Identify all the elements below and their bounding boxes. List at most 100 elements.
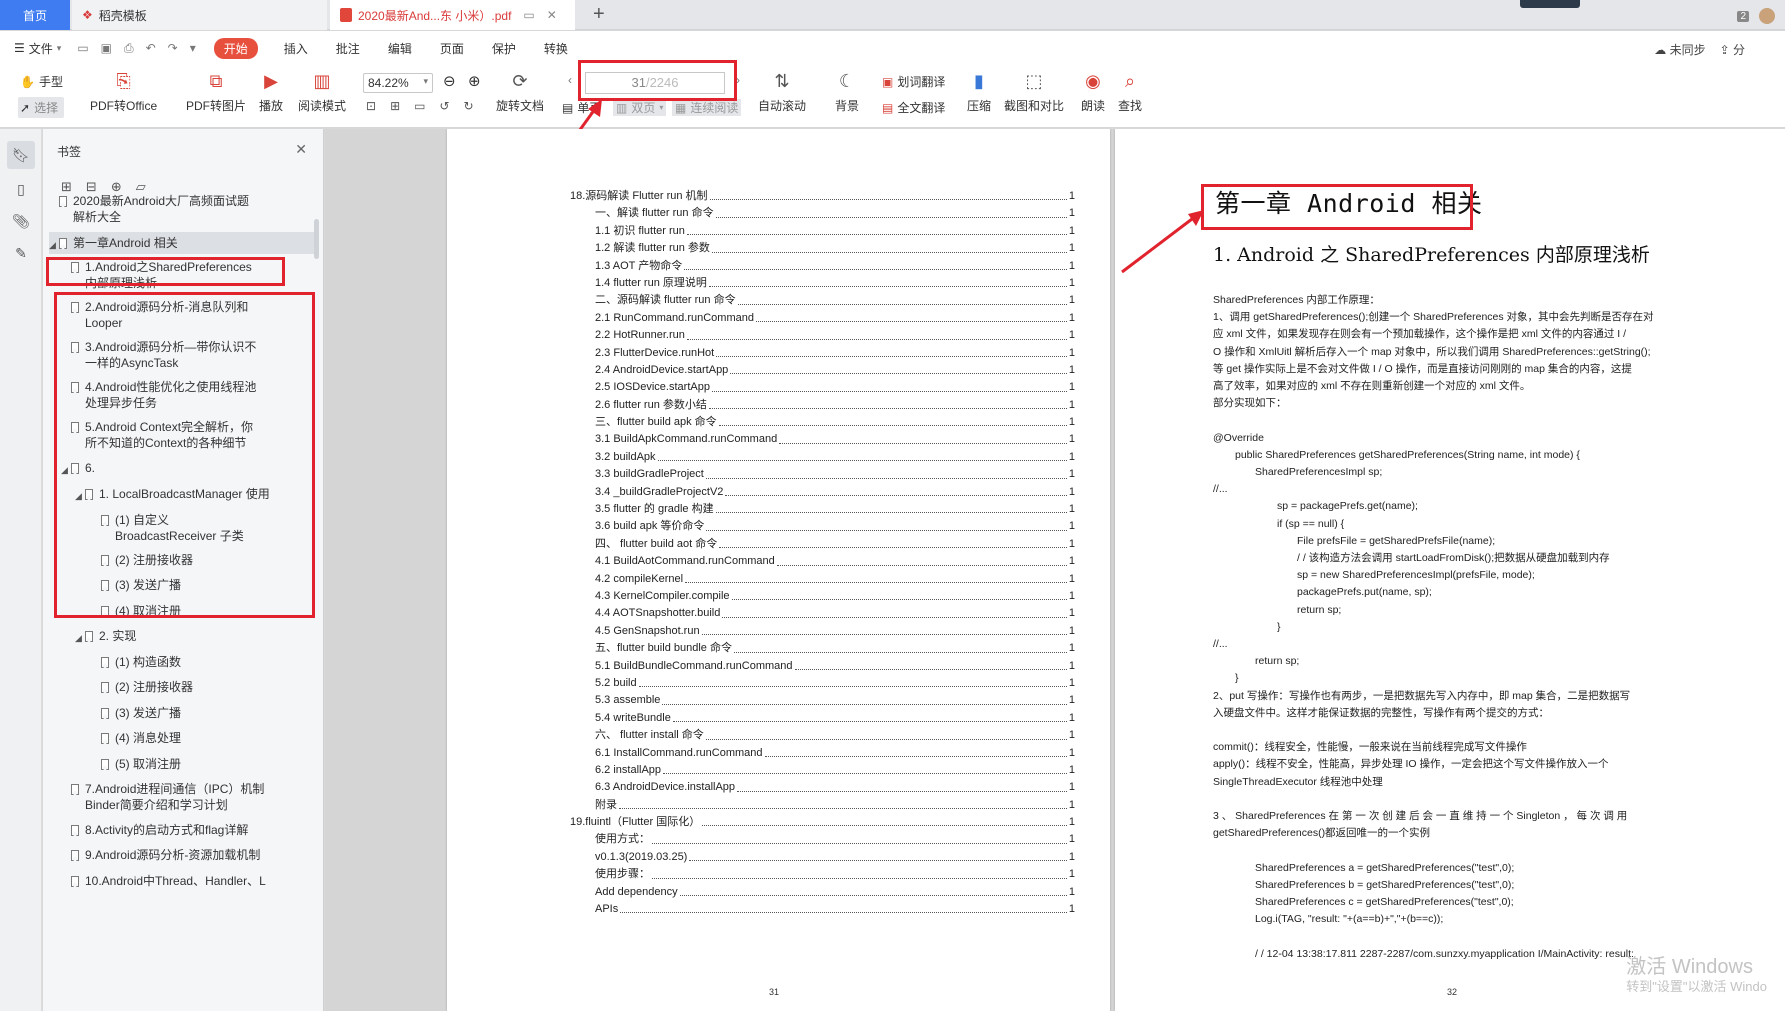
word-translate-button[interactable]: ▣ 划词翻译 <box>882 73 945 90</box>
toc-row[interactable]: 五、flutter build bundle 命令 1 <box>570 640 1075 658</box>
zoom-select[interactable]: 84.22% ▾ <box>363 73 433 93</box>
bookmark-item[interactable]: (4) 消息处理 <box>101 730 266 746</box>
toc-row[interactable]: 3.1 BuildApkCommand.runCommand 1 <box>570 431 1075 449</box>
toc-row[interactable]: 4.4 AOTSnapshotter.build 1 <box>570 605 1075 623</box>
bookmark-item[interactable]: 2020最新Android大厂高频面试题解析大全 <box>59 193 259 225</box>
toc-row[interactable]: 六、 flutter install 命令 1 <box>570 727 1075 745</box>
full-translate-button[interactable]: ▤ 全文翻译 <box>882 99 945 116</box>
background-button[interactable]: ☾ 背景 <box>834 69 860 114</box>
pdf-to-office-button[interactable]: ⎘ PDF转Office <box>90 69 157 114</box>
tab-close-icon[interactable]: ✕ <box>547 8 557 22</box>
bookmark-item[interactable]: (5) 取消注册 <box>101 756 266 772</box>
tab-protect[interactable]: 保护 <box>478 40 530 57</box>
toc-row[interactable]: 4.2 compileKernel 1 <box>570 570 1075 588</box>
bookmark-item-selected[interactable]: ◢ 第一章Android 相关 <box>49 232 314 254</box>
toc-row[interactable]: 3.3 buildGradleProject 1 <box>570 466 1075 484</box>
toc-row[interactable]: 5.4 writeBundle 1 <box>570 709 1075 728</box>
share-button[interactable]: ⇪ 分 <box>1720 41 1745 58</box>
toc-row[interactable]: Add dependency 1 <box>570 883 1075 902</box>
bookmark-item[interactable]: 9.Android源码分析-资源加载机制 <box>71 847 291 863</box>
tab-convert[interactable]: 转换 <box>530 40 582 57</box>
signature-icon[interactable]: ✎ <box>7 239 35 267</box>
fit-page-icon[interactable]: ⊞ <box>390 99 400 113</box>
bookmark-item[interactable]: 7.Android进程间通信（IPC）机制Binder简要介绍和学习计划 <box>71 781 267 813</box>
toc-row[interactable]: v0.1.3(2019.03.25) 1 <box>570 848 1075 867</box>
bookmark-item[interactable]: ◢ 2. 实现 <box>75 628 275 646</box>
more-icon[interactable]: ▾ <box>190 41 196 56</box>
bookmark-item[interactable]: 8.Activity的启动方式和flag详解 <box>71 822 291 838</box>
toc-row[interactable]: 使用方式： 1 <box>570 831 1075 849</box>
avatar[interactable] <box>1759 8 1775 24</box>
redo-icon[interactable]: ↷ <box>168 41 178 56</box>
tab-page[interactable]: 页面 <box>426 40 478 57</box>
fit-width-icon[interactable]: ▭ <box>414 99 425 113</box>
thumbnail-panel-icon[interactable]: ▯ <box>7 175 35 203</box>
tab-docer[interactable]: ❖ 稻壳模板 <box>72 0 327 30</box>
bookmark-item[interactable]: (2) 注册接收器 <box>101 679 266 695</box>
play-button[interactable]: ▶ 播放 <box>258 69 284 114</box>
toc-row[interactable]: 4.1 BuildAotCommand.runCommand 1 <box>570 553 1075 571</box>
tab-pdf-document[interactable]: 2020最新And...东 小米）.pdf ▭ ✕ <box>330 0 575 30</box>
actual-size-icon[interactable]: ⊡ <box>366 99 376 113</box>
toc-row[interactable]: 19.fluintl（Flutter 国际化） 1 <box>570 814 1075 832</box>
toc-row[interactable]: 使用步骤： 1 <box>570 866 1075 884</box>
bookmark-scrollbar[interactable] <box>314 219 319 259</box>
toc-row[interactable]: 2.3 FlutterDevice.runHot 1 <box>570 344 1075 362</box>
toc-row[interactable]: 1.1 初识 flutter run 1 <box>570 222 1075 241</box>
toc-row[interactable]: 1.3 AOT 产物命令 1 <box>570 257 1075 275</box>
toc-row[interactable]: 四、 flutter build aot 命令 1 <box>570 535 1075 554</box>
toc-row[interactable]: 三、flutter build apk 命令 1 <box>570 414 1075 432</box>
continuous-reading-button[interactable]: ▦ 连续阅读 <box>672 99 742 116</box>
tab-start[interactable]: 开始 <box>213 37 258 59</box>
toc-row[interactable]: 6.3 AndroidDevice.installApp 1 <box>570 779 1075 797</box>
find-button[interactable]: ⌕ 查找 <box>1117 69 1143 114</box>
toc-row[interactable]: 2.1 RunCommand.runCommand 1 <box>570 309 1075 328</box>
toc-row[interactable]: 5.3 assemble 1 <box>570 692 1075 710</box>
toc-row[interactable]: 5.2 build 1 <box>570 674 1075 693</box>
auto-scroll-button[interactable]: ⇅ 自动滚动 <box>758 69 806 114</box>
screenshot-compare-button[interactable]: ⬚ 截图和对比 <box>1004 69 1064 114</box>
select-tool-button[interactable]: ➚ 选择 <box>18 97 65 118</box>
hand-tool-button[interactable]: ✋ 手型 <box>20 73 63 90</box>
compress-button[interactable]: ▮ 压缩 <box>966 69 992 114</box>
toc-row[interactable]: 一、解读 flutter run 命令 1 <box>570 205 1075 223</box>
tab-window-icon[interactable]: ▭ <box>523 8 534 22</box>
document-view[interactable]: 18.源码解读 Flutter run 机制 1 一、解读 flutter run… <box>325 129 1785 1011</box>
bookmark-item[interactable]: (3) 发送广播 <box>101 705 266 721</box>
toc-row[interactable]: 4.3 KernelCompiler.compile 1 <box>570 587 1075 606</box>
attachment-icon[interactable]: 📎︎ <box>7 207 35 235</box>
undo-icon[interactable]: ↶ <box>146 41 156 56</box>
sync-status[interactable]: ☁ 未同步 <box>1654 41 1705 58</box>
rotate-document-button[interactable]: ⟳ 旋转文档 <box>496 69 544 114</box>
new-tab-icon[interactable]: + <box>593 3 605 26</box>
zoom-out-icon[interactable]: ⊖ <box>443 72 456 90</box>
tab-home[interactable]: 首页 <box>0 0 70 30</box>
toc-row[interactable]: 2.4 AndroidDevice.startApp 1 <box>570 361 1075 380</box>
open-folder-icon[interactable]: ▭ <box>77 41 88 56</box>
toc-row[interactable]: 2.6 flutter run 参数小结 1 <box>570 396 1075 415</box>
print-icon[interactable]: ⎙ <box>124 41 134 56</box>
rotate-right-icon[interactable]: ↻ <box>464 99 474 113</box>
close-icon[interactable]: ✕ <box>295 141 307 158</box>
toc-row[interactable]: 附录 1 <box>570 796 1075 815</box>
toc-row[interactable]: 6.1 InstallCommand.runCommand 1 <box>570 744 1075 762</box>
zoom-in-icon[interactable]: ⊕ <box>468 72 481 90</box>
file-menu[interactable]: ☰ 文件 ▾ <box>14 40 61 57</box>
toc-row[interactable]: 1.4 flutter run 原理说明 1 <box>570 274 1075 293</box>
toc-row[interactable]: 6.2 installApp 1 <box>570 761 1075 780</box>
bookmark-item[interactable]: 10.Android中Thread、Handler、L <box>71 873 291 889</box>
toc-row[interactable]: 1.2 解读 flutter run 参数 1 <box>570 240 1075 258</box>
bookmark-panel-icon[interactable]: 🔖︎ <box>7 141 35 169</box>
toc-row[interactable]: APIs 1 <box>570 901 1075 919</box>
toc-row[interactable]: 3.2 buildApk 1 <box>570 448 1075 467</box>
read-mode-button[interactable]: ▥ 阅读模式 <box>298 69 346 114</box>
read-aloud-button[interactable]: ◉ 朗读 <box>1080 69 1106 114</box>
tab-annotate[interactable]: 批注 <box>322 40 374 57</box>
prev-page-icon[interactable]: ‹ <box>568 73 572 87</box>
toc-row[interactable]: 4.5 GenSnapshot.run 1 <box>570 622 1075 641</box>
toc-row[interactable]: 3.6 build apk 等价命令 1 <box>570 518 1075 536</box>
rotate-left-icon[interactable]: ↺ <box>439 99 449 113</box>
toc-row[interactable]: 18.源码解读 Flutter run 机制 1 <box>570 188 1075 206</box>
tab-insert[interactable]: 插入 <box>270 40 322 57</box>
pdf-to-image-button[interactable]: ⧉ PDF转图片 <box>186 69 246 114</box>
